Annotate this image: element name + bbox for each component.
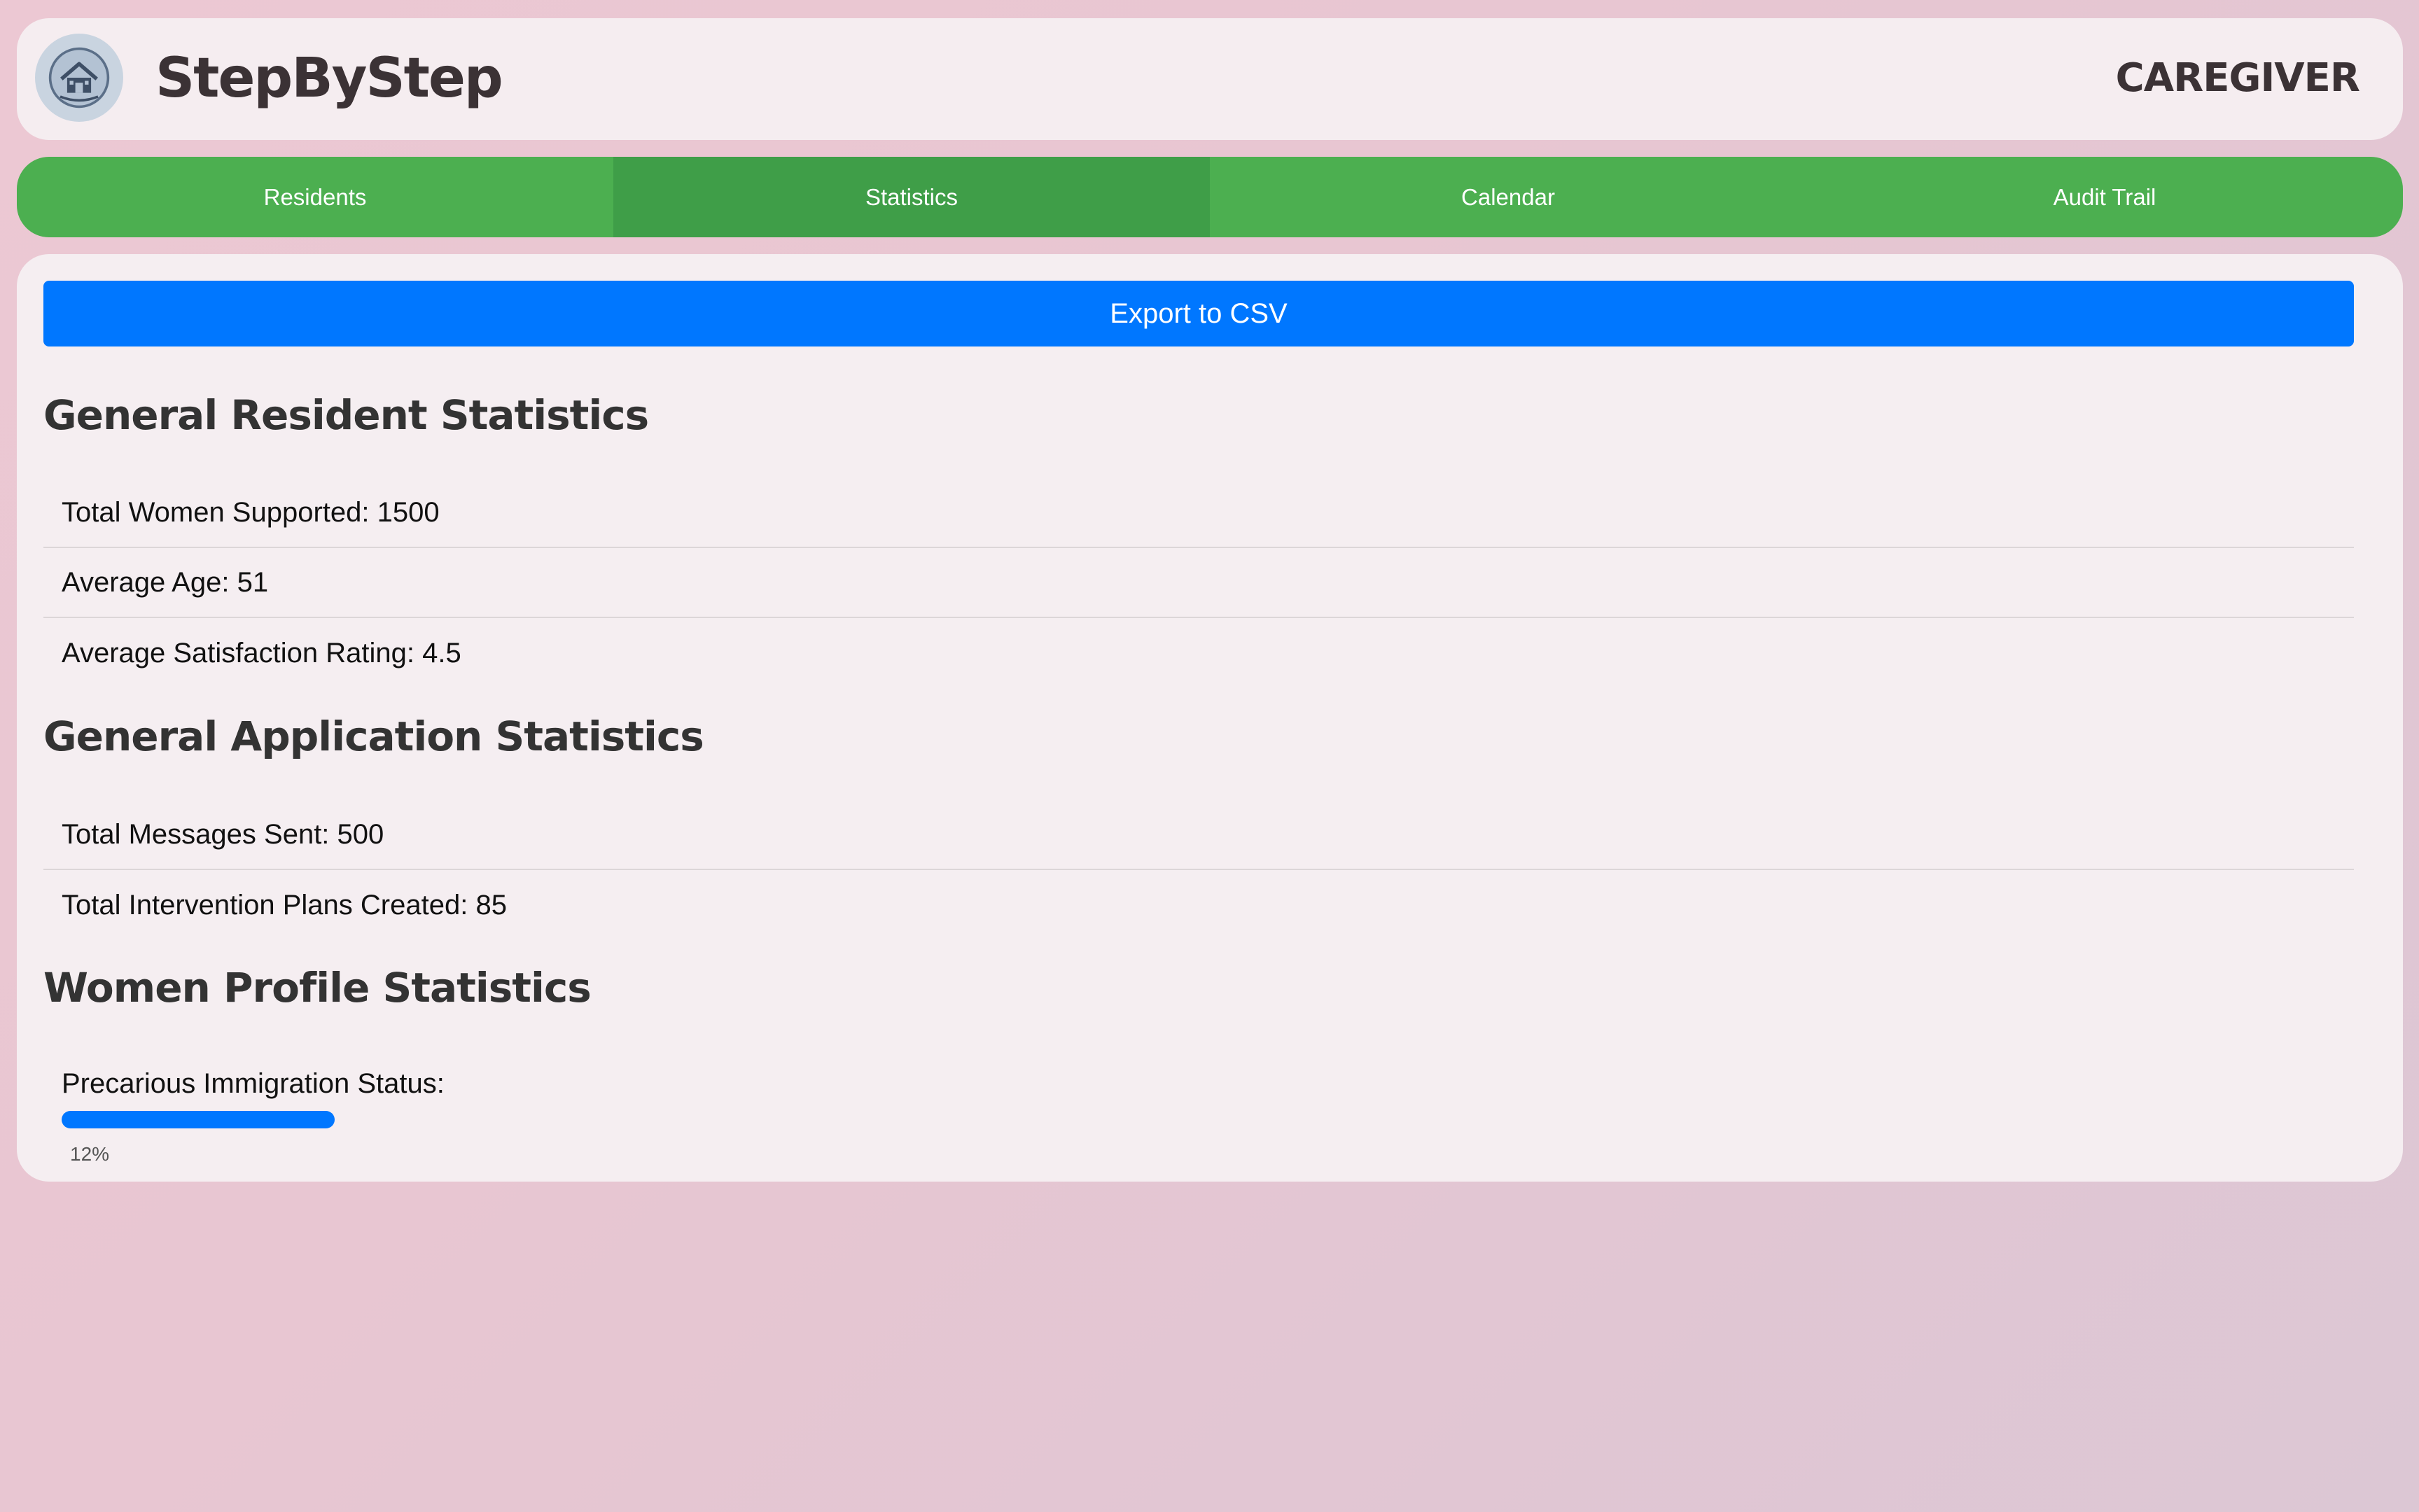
- section-title-profile: Women Profile Statistics: [43, 964, 592, 1011]
- app-title: StepByStep: [155, 47, 503, 110]
- export-csv-button[interactable]: Export to CSV: [43, 281, 2354, 346]
- tab-statistics[interactable]: Statistics: [613, 157, 1210, 237]
- app-header: StepByStep CAREGIVER: [17, 18, 2403, 140]
- app-logo[interactable]: [35, 34, 123, 122]
- stat-intervention-plans: Total Intervention Plans Created: 85: [62, 889, 507, 920]
- tab-audit-trail[interactable]: Audit Trail: [1806, 157, 2403, 237]
- tab-calendar[interactable]: Calendar: [1210, 157, 1806, 237]
- home-logo-icon: [48, 47, 110, 108]
- stat-immigration-status-label: Precarious Immigration Status:: [62, 1068, 445, 1099]
- section-title-resident: General Resident Statistics: [43, 391, 649, 439]
- immigration-status-percent: 12%: [70, 1143, 110, 1165]
- stat-total-women: Total Women Supported: 1500: [43, 478, 2354, 548]
- stat-average-satisfaction: Average Satisfaction Rating: 4.5: [62, 637, 461, 668]
- stat-messages-sent: Total Messages Sent: 500: [43, 800, 2354, 870]
- main-tab-bar: Residents Statistics Calendar Audit Trai…: [17, 157, 2403, 237]
- tab-residents[interactable]: Residents: [17, 157, 613, 237]
- statistics-panel: Export to CSV General Resident Statistic…: [17, 254, 2403, 1182]
- user-role-label: CAREGIVER: [2115, 55, 2360, 101]
- stat-average-age: Average Age: 51: [43, 548, 2354, 618]
- immigration-status-progress-bar: [62, 1111, 335, 1128]
- section-title-application: General Application Statistics: [43, 713, 704, 760]
